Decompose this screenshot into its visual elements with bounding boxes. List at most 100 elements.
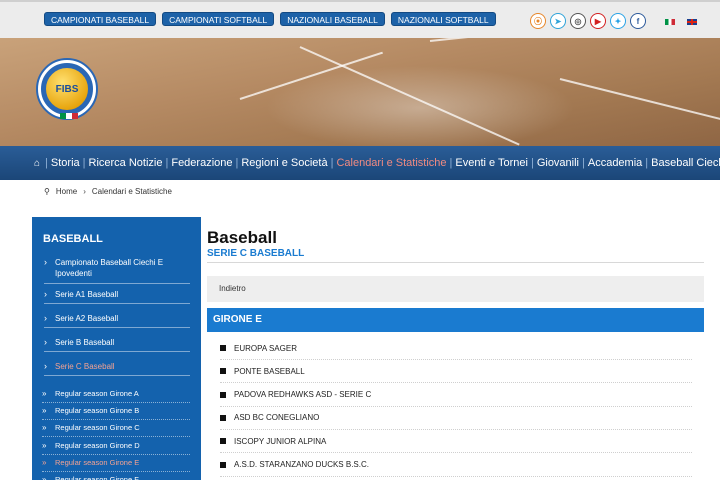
fibs-logo[interactable]: FIBS bbox=[36, 58, 98, 120]
facebook-icon[interactable]: f bbox=[630, 13, 646, 29]
team-row: EUROPA SAGER bbox=[220, 337, 692, 360]
team-name[interactable]: PONTE BASEBALL bbox=[234, 367, 305, 376]
nav-item[interactable]: Giovanili bbox=[537, 157, 579, 169]
top-link-campionati-softball[interactable]: CAMPIONATI SOFTBALL bbox=[162, 12, 275, 26]
rss-icon[interactable]: ⦿ bbox=[530, 13, 546, 29]
sidebar-item-label: Serie A2 Baseball bbox=[55, 314, 119, 323]
sidebar-item-label: Serie A1 Baseball bbox=[55, 290, 119, 299]
top-links: CAMPIONATI BASEBALL CAMPIONATI SOFTBALL … bbox=[44, 12, 496, 26]
nav-separator: | bbox=[582, 157, 585, 169]
breadcrumb: ⚲ Home › Calendari e Statistiche bbox=[44, 187, 172, 196]
bullet-square-icon bbox=[220, 368, 226, 375]
sidebar-subitem[interactable]: » Regular season Girone B bbox=[42, 406, 190, 421]
chevron-right-icon: › bbox=[44, 313, 47, 323]
sidebar-item[interactable]: › Serie B Baseball bbox=[44, 337, 190, 352]
nav-separator: | bbox=[645, 157, 649, 169]
title-divider bbox=[207, 262, 704, 263]
youtube-icon[interactable]: ▶ bbox=[590, 13, 606, 29]
back-link[interactable]: Indietro bbox=[219, 284, 246, 293]
field-chalk-line bbox=[299, 46, 520, 146]
double-chevron-icon: » bbox=[42, 440, 47, 450]
sidebar-subitem-label: Regular season Girone D bbox=[55, 440, 140, 450]
sidebar-subitem-label: Regular season Girone A bbox=[55, 389, 139, 398]
field-chalk-line bbox=[559, 78, 720, 122]
sidebar-item[interactable]: › Campionato Baseball Ciechi E Ipovedenti bbox=[44, 257, 190, 284]
team-row: PADOVA REDHAWKS ASD - SERIE C bbox=[220, 384, 692, 407]
language-switcher bbox=[665, 19, 697, 25]
team-row: PONTE BASEBALL bbox=[220, 360, 692, 384]
top-link-nazionali-softball[interactable]: NAZIONALI SOFTBALL bbox=[390, 12, 496, 26]
field-chalk-line bbox=[429, 38, 630, 42]
team-row: ISCOPY JUNIOR ALPINA bbox=[220, 430, 692, 454]
double-chevron-icon: » bbox=[42, 406, 47, 416]
page-subtitle: SERIE C BASEBALL bbox=[207, 248, 305, 259]
double-chevron-icon: » bbox=[42, 475, 47, 480]
sidebar-subitem-label: Regular season Girone E bbox=[55, 457, 140, 467]
team-row: A.S.D. STARANZANO DUCKS B.S.C. bbox=[220, 454, 692, 477]
nav-separator: | bbox=[330, 157, 334, 169]
team-name[interactable]: PADOVA REDHAWKS ASD - SERIE C bbox=[234, 390, 371, 399]
back-bar: Indietro bbox=[207, 276, 704, 302]
instagram-icon[interactable]: ◎ bbox=[570, 13, 586, 29]
sidebar-subitem-label: Regular season Girone C bbox=[55, 423, 140, 433]
nav-separator: | bbox=[449, 157, 453, 169]
nav-item[interactable]: Federazione bbox=[171, 157, 232, 169]
bullet-square-icon bbox=[220, 438, 226, 445]
double-chevron-icon: » bbox=[42, 423, 47, 433]
nav-separator: | bbox=[165, 157, 169, 169]
bullet-square-icon bbox=[220, 414, 226, 421]
sidebar-item[interactable]: › Serie A1 Baseball bbox=[44, 289, 190, 304]
sidebar-item-label: Campionato Baseball Ciechi E Ipovedenti bbox=[55, 258, 164, 278]
breadcrumb-home[interactable]: Home bbox=[56, 187, 77, 196]
sidebar-subitem[interactable]: » Regular season Girone C bbox=[42, 423, 190, 438]
page-title: Baseball bbox=[207, 228, 277, 247]
nav-item[interactable]: Regioni e Società bbox=[241, 157, 327, 169]
home-icon[interactable]: ⌂ bbox=[34, 158, 40, 169]
sidebar-item[interactable]: › Serie C Baseball bbox=[44, 361, 190, 376]
team-row: ASD BC CONEGLIANO bbox=[220, 407, 692, 430]
nav-item[interactable]: Calendari e Statistiche bbox=[336, 157, 446, 169]
chevron-right-icon: › bbox=[83, 187, 86, 196]
nav-item[interactable]: Storia bbox=[51, 157, 80, 169]
sidebar: BASEBALL › Campionato Baseball Ciechi E I… bbox=[32, 217, 201, 480]
sidebar-subitem[interactable]: » Regular season Girone D bbox=[42, 441, 190, 455]
top-link-campionati-baseball[interactable]: CAMPIONATI BASEBALL bbox=[44, 12, 157, 26]
double-chevron-icon: » bbox=[42, 389, 47, 398]
bullet-square-icon bbox=[220, 391, 226, 398]
sidebar-item[interactable]: › Serie A2 Baseball bbox=[44, 313, 190, 328]
sidebar-subitem-label: Regular season Girone F bbox=[55, 475, 139, 480]
team-name[interactable]: ASD BC CONEGLIANO bbox=[234, 413, 319, 422]
top-link-nazionali-baseball[interactable]: NAZIONALI BASEBALL bbox=[280, 12, 385, 26]
main-nav: ⌂ | Storia | Ricerca Notizie | Federazione | Re… bbox=[0, 146, 720, 180]
team-name[interactable]: ISCOPY JUNIOR ALPINA bbox=[234, 437, 326, 446]
chevron-right-icon: › bbox=[44, 361, 47, 371]
header-banner bbox=[0, 38, 720, 146]
sidebar-subitem[interactable]: » Regular season Girone F bbox=[42, 475, 190, 480]
sidebar-item-label: Serie C Baseball bbox=[55, 362, 115, 371]
nav-item[interactable]: Eventi e Tornei bbox=[455, 157, 528, 169]
sidebar-subitem-label: Regular season Girone B bbox=[55, 406, 140, 416]
top-bar: CAMPIONATI BASEBALL CAMPIONATI SOFTBALL … bbox=[0, 0, 720, 38]
bullet-square-icon bbox=[220, 345, 226, 351]
nav-item[interactable]: Accademia bbox=[588, 157, 642, 169]
team-name[interactable]: A.S.D. STARANZANO DUCKS B.S.C. bbox=[234, 460, 369, 469]
logo-tricolor bbox=[60, 113, 78, 119]
breadcrumb-current[interactable]: Calendari e Statistiche bbox=[92, 187, 172, 196]
girone-header: GIRONE E bbox=[207, 308, 704, 332]
english-flag-icon[interactable] bbox=[687, 19, 697, 25]
chevron-right-icon: › bbox=[44, 257, 47, 267]
sidebar-subitem[interactable]: » Regular season Girone E bbox=[42, 458, 190, 472]
team-name[interactable]: EUROPA SAGER bbox=[234, 344, 297, 353]
italian-flag-icon[interactable] bbox=[665, 19, 675, 25]
twitter-icon[interactable]: ✦ bbox=[610, 13, 626, 29]
chevron-right-icon: › bbox=[44, 289, 47, 299]
sidebar-item-label: Serie B Baseball bbox=[55, 338, 115, 347]
nav-item[interactable]: Ricerca Notizie bbox=[89, 157, 163, 169]
nav-separator: | bbox=[45, 157, 48, 169]
nav-item[interactable]: Baseball Ciechi bbox=[651, 157, 720, 169]
nav-separator: | bbox=[235, 157, 239, 169]
nav-separator: | bbox=[530, 157, 534, 169]
sidebar-subitem[interactable]: » Regular season Girone A bbox=[42, 389, 190, 403]
nav-separator: | bbox=[82, 157, 86, 169]
telegram-icon[interactable]: ➤ bbox=[550, 13, 566, 29]
